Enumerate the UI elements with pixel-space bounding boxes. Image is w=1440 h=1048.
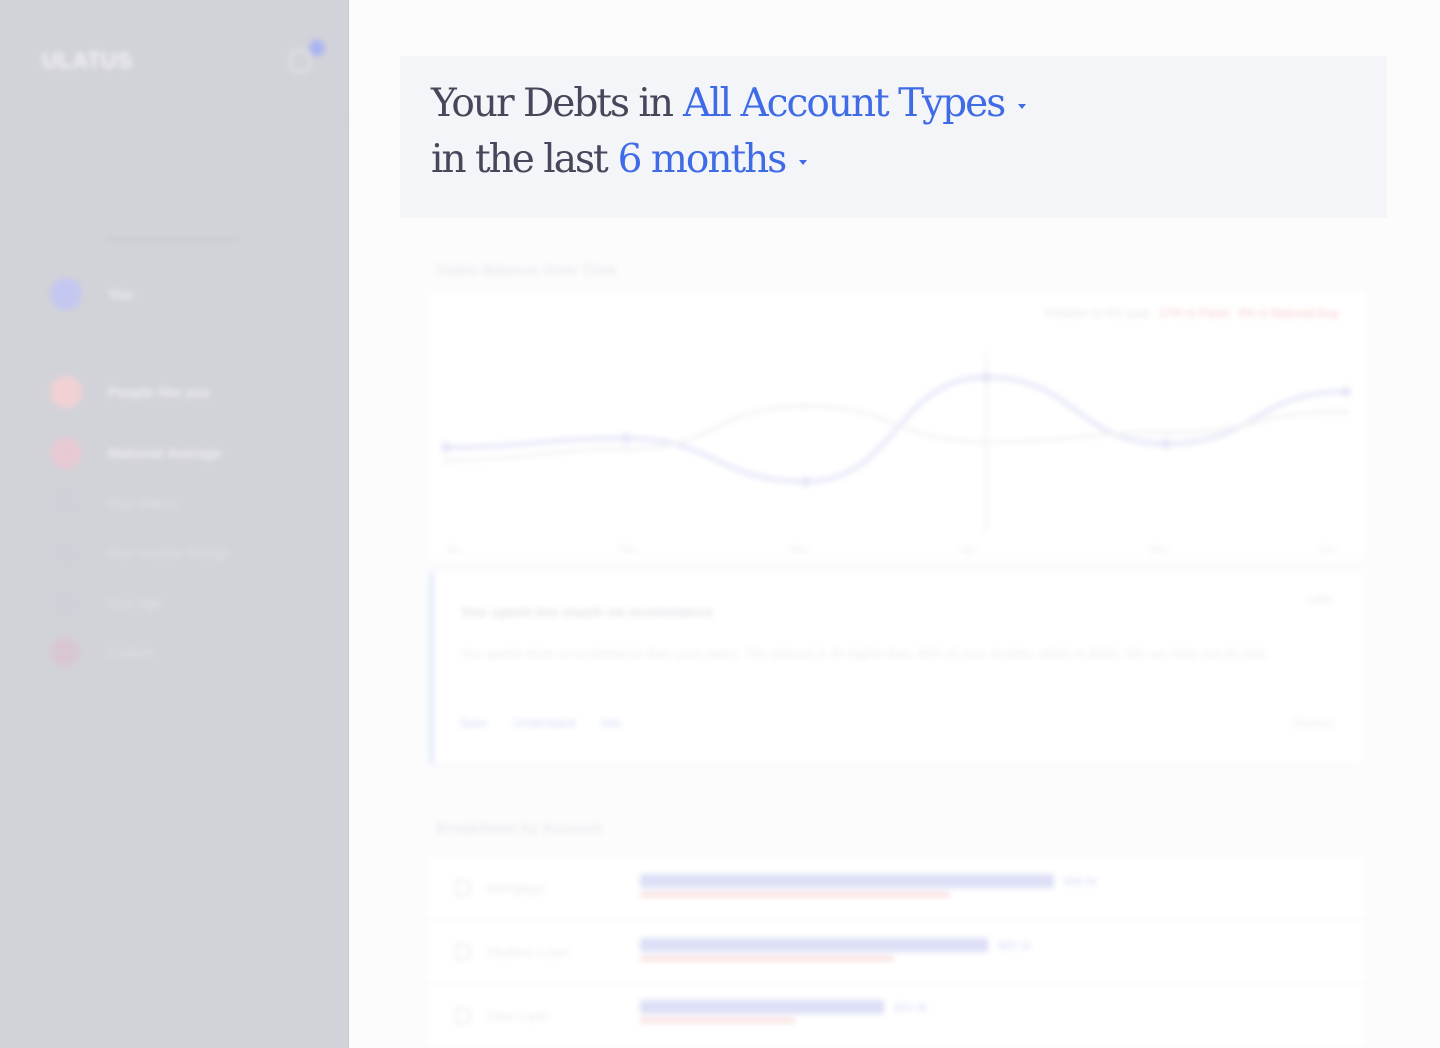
save-link[interactable]: Save [460,716,487,730]
later-button[interactable]: Later [1307,592,1334,606]
data-point [621,433,631,444]
x-tick: May [1148,544,1169,556]
sidebar-item-people-like-you[interactable]: People like you [50,376,210,408]
balance-chart-card: Relative to this year 17% in Panel 4% in… [428,292,1366,562]
data-point [801,476,811,487]
dismiss-button[interactable]: Dismiss [1292,716,1334,730]
bar-blue [640,874,1054,888]
bar-blue [640,1000,884,1014]
info-link[interactable]: Info [601,716,621,730]
bar-value: $98.5k [1064,876,1098,888]
data-point [623,446,629,453]
series-line-1 [445,404,1347,462]
account-name: Student Loan [486,944,570,960]
age-icon [50,588,80,618]
data-point [1163,430,1169,436]
data-point [803,403,809,409]
chevron-down-icon[interactable] [1018,103,1027,109]
page-header: Your Debts in All Account Types in the l… [400,56,1387,218]
sidebar: ULATUS You People like you National Aver… [0,0,349,1048]
data-point [1341,386,1351,397]
data-point [1161,438,1171,449]
account-name: Mortgage [486,880,546,896]
sidebar-divider [108,238,240,240]
bell-icon[interactable] [290,50,310,72]
header-prefix: Your Debts in [431,81,674,126]
x-tick: Mar [790,544,809,556]
balance-line-chart[interactable] [428,292,1366,562]
understand-link[interactable]: Understand [513,716,575,730]
period-dropdown[interactable]: 6 months [618,132,788,188]
national-average-icon [50,437,82,469]
sidebar-item-national-average[interactable]: National Average [50,437,221,469]
sidebar-item-label: People like you [108,384,210,400]
sidebar-header: ULATUS [0,0,348,120]
notification-badge [309,40,325,56]
data-point [443,457,449,463]
shield-icon [454,1008,470,1024]
main-content: Debts Balance Over Time Relative to this… [400,230,1390,1048]
sidebar-item-label: National Average [108,445,222,461]
account-name: Visa Card [486,1008,548,1024]
shield-icon [454,880,470,896]
data-point [983,439,989,445]
sidebar-item-your-wants[interactable]: Your Wants [50,488,177,518]
x-tick: Jun [1318,544,1336,556]
sidebar-item-your-age[interactable]: Your Age [50,588,162,618]
chevron-down-icon[interactable] [799,159,808,165]
sidebar-item-label: Your Income Range [106,545,230,561]
brand-logo: ULATUS [42,48,133,73]
account-type-dropdown[interactable]: All Account Types [683,76,1006,132]
insight-actions: Save Understand Info [460,716,621,730]
section-title: Debts Balance Over Time [436,262,617,279]
breakdown-row[interactable]: Mortgage $98.5k [428,858,1364,920]
insight-title: You spent too much on ecommerce [460,604,714,621]
sidebar-item-label: Your Age [106,595,163,611]
income-range-icon [50,538,80,568]
sidebar-item-label: Your Wants [106,495,178,511]
bar-value: $85.1k [998,940,1032,952]
section-title: Breakdown by Account [436,820,603,837]
insight-card: You spent too much on ecommerce Later Yo… [430,572,1364,764]
sidebar-item-custom[interactable]: Custom [50,637,154,667]
custom-icon [50,637,80,667]
header-prefix: in the last [431,137,609,182]
x-tick: Jan [444,544,462,556]
header-line-1: Your Debts in All Account Types [431,76,1356,132]
bar-red [640,892,950,897]
insight-body: You spend more on ecommerce than your pe… [460,646,1269,661]
bar-blue [640,938,988,952]
you-avatar-icon [50,278,82,310]
data-point [441,442,451,453]
data-point [1343,408,1349,415]
bar-red [640,956,894,961]
breakdown-row[interactable]: Visa Card $55.4k [428,986,1364,1048]
bar-red [640,1018,795,1023]
wants-icon [50,488,80,518]
sidebar-item-income-range[interactable]: Your Income Range [50,538,229,568]
header-line-2: in the last 6 months [431,132,1356,188]
sidebar-item-label: Custom [106,644,155,660]
shield-icon [454,944,470,960]
x-tick: Apr [960,544,978,556]
x-tick: Feb [618,544,637,556]
sidebar-item-you[interactable]: You [50,278,133,310]
data-point [981,372,991,383]
breakdown-row[interactable]: Student Loan $85.1k [428,922,1364,984]
bar-value: $55.4k [894,1002,928,1014]
people-like-you-icon [50,376,82,408]
sidebar-item-label: You [108,286,134,302]
